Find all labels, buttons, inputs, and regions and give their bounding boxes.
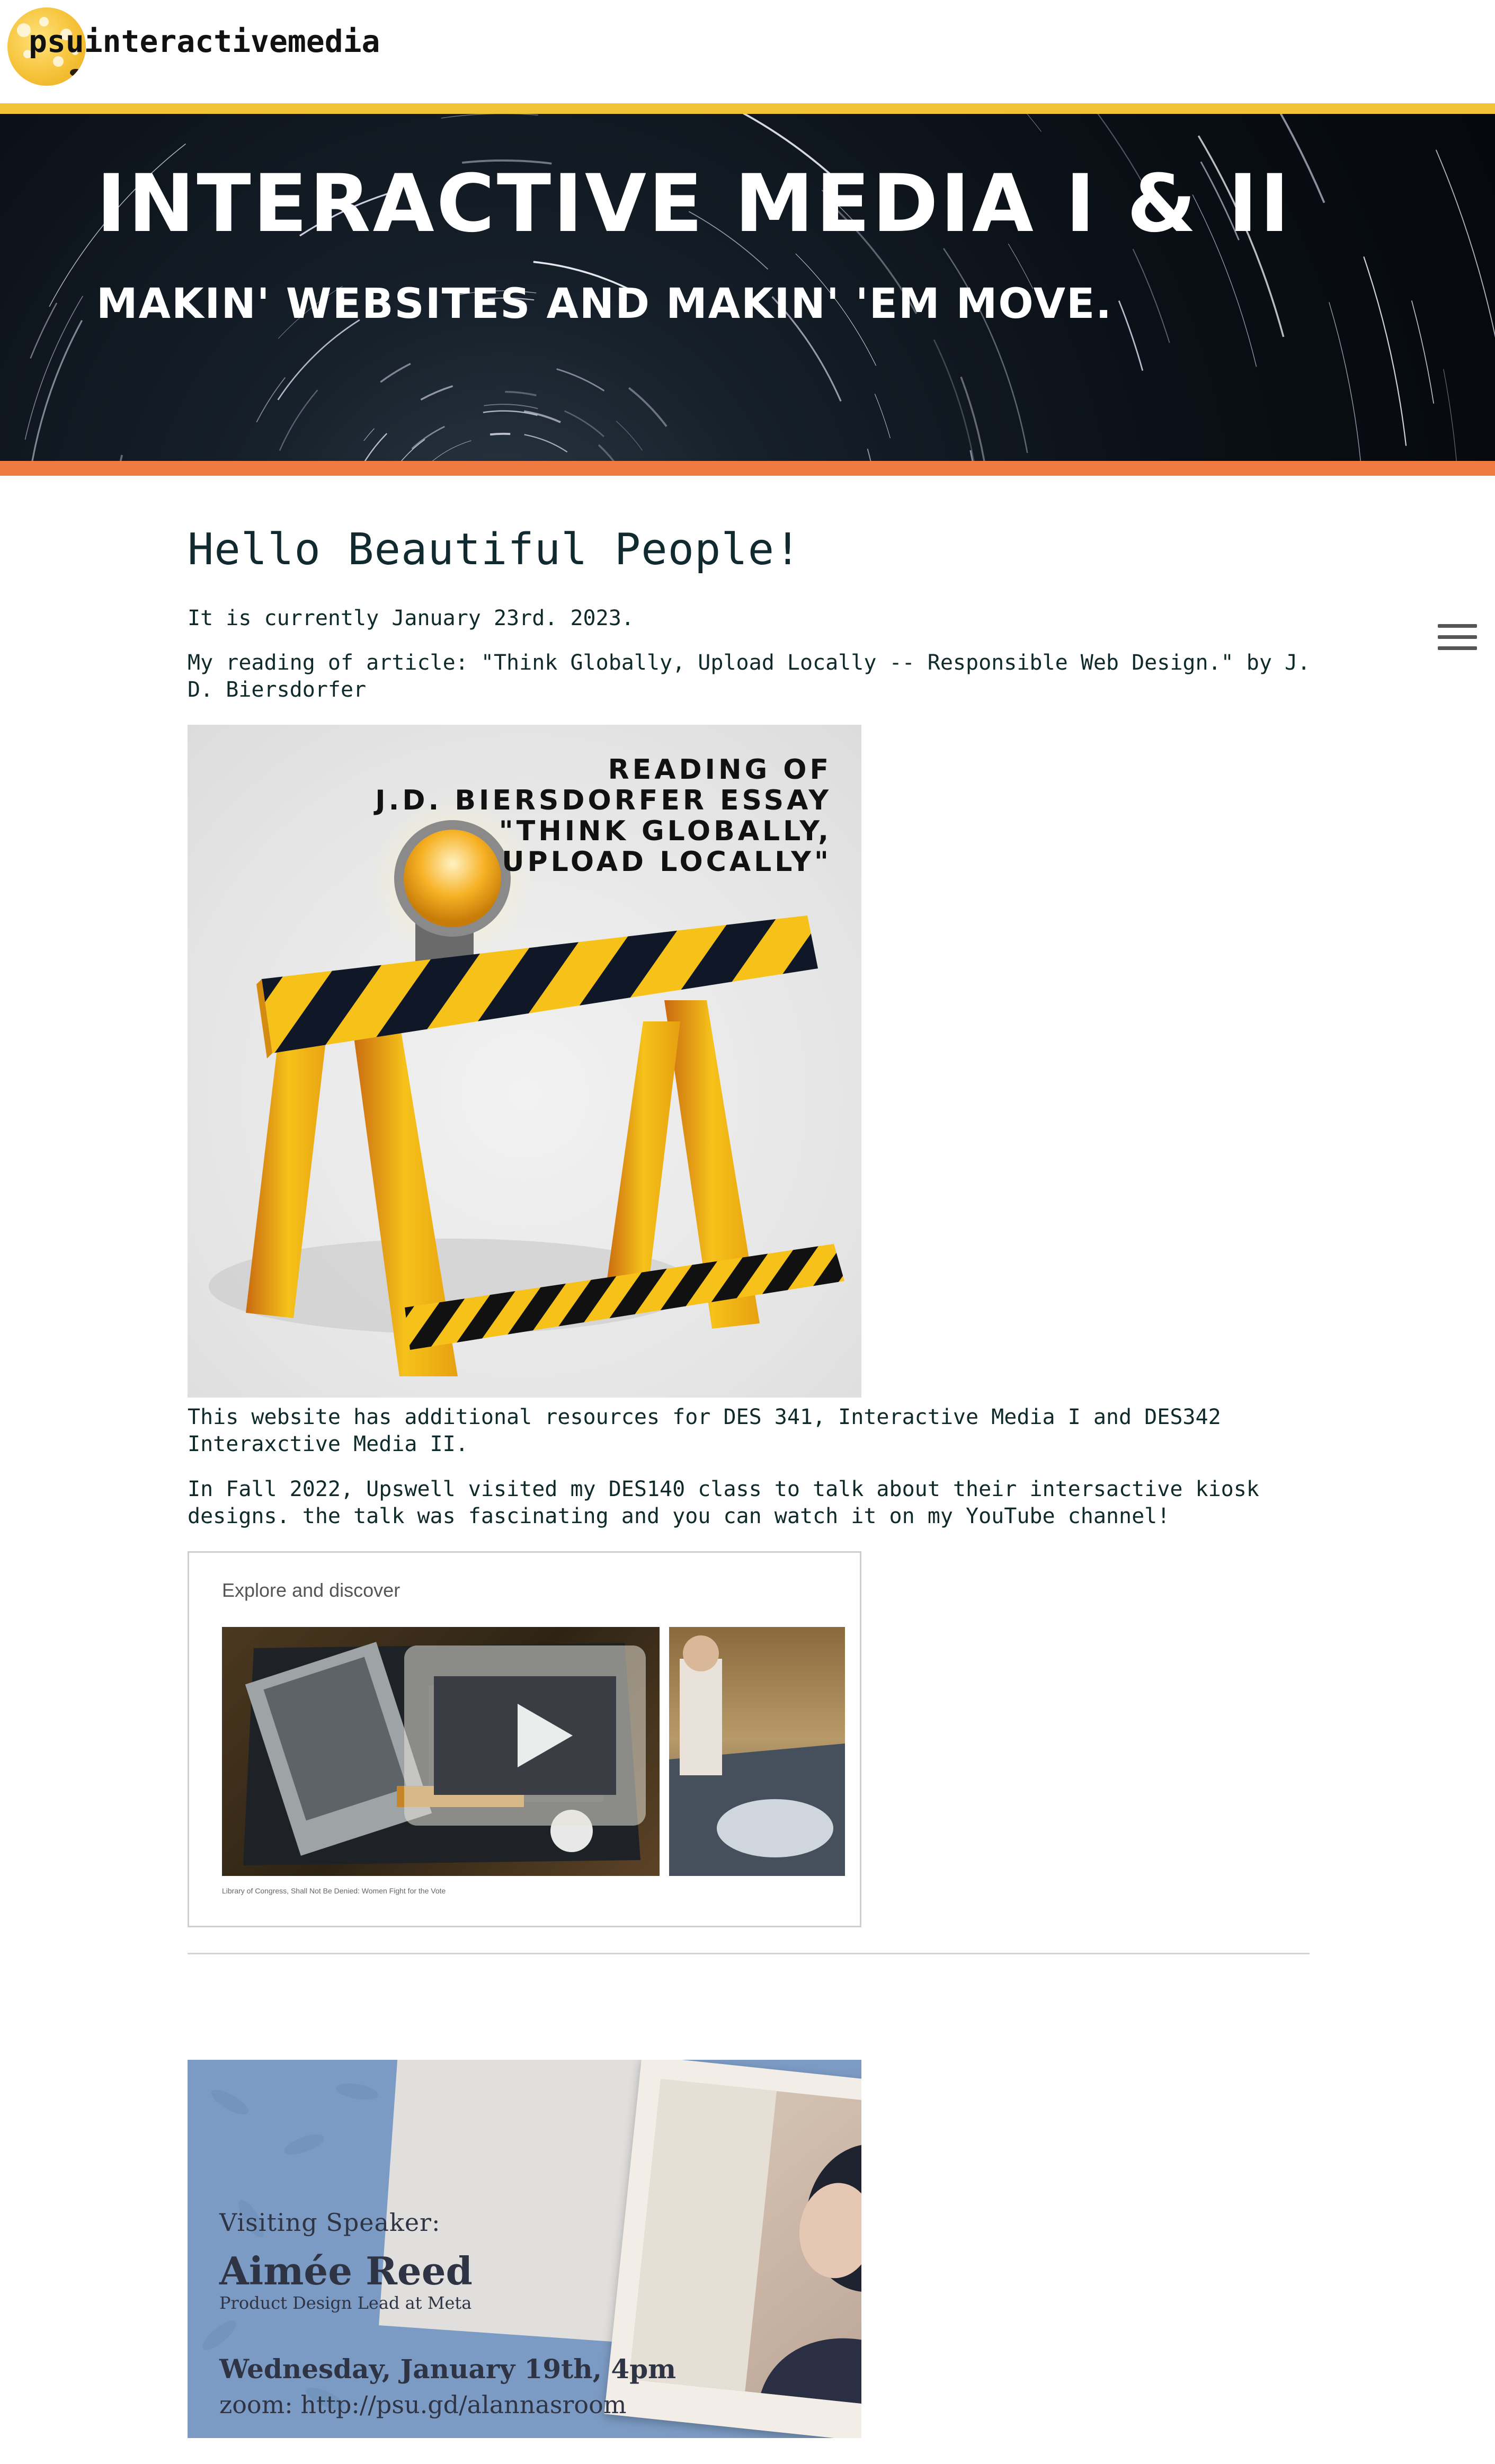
star-trail: [564, 410, 604, 438]
star-trail: [933, 339, 975, 461]
star-trail: [598, 444, 615, 461]
top-bar: psuinteractivemedia: [0, 0, 1495, 103]
speaker-label: Visiting Speaker:: [219, 2208, 441, 2237]
star-trail: [628, 387, 668, 427]
upswell-text: In Fall 2022, Upswell visited my DES140 …: [188, 1477, 1259, 1528]
star-trail: [432, 440, 471, 461]
speaker-name: Aimée Reed: [219, 2248, 473, 2293]
star-trail: [1329, 302, 1361, 461]
star-trail: [256, 377, 286, 423]
play-icon[interactable]: [518, 1704, 573, 1767]
bee-icon: [70, 69, 82, 76]
star-trail: [31, 320, 83, 461]
star-trail: [616, 421, 643, 451]
star-trail: [1411, 300, 1435, 404]
star-trail: [484, 404, 538, 410]
video-caption: Library of Congress, Shall Not Be Denied…: [222, 1887, 446, 1895]
speaker-zoom-link[interactable]: zoom: http://psu.gd/alannasroom: [219, 2390, 626, 2419]
main-content: Hello Beautiful People!: [188, 524, 1311, 575]
star-trail: [1132, 248, 1170, 343]
star-trail: [119, 455, 123, 461]
star-trail: [1435, 149, 1495, 339]
star-trail: [364, 433, 388, 461]
date-text: It is currently January 23rd. 2023.: [188, 606, 634, 630]
youtube-video-embed[interactable]: Explore and discover Library of Congress…: [188, 1551, 861, 1927]
star-trail: [556, 368, 605, 392]
header-accent-rule: [0, 103, 1495, 114]
star-trail: [24, 296, 83, 440]
star-trail: [380, 362, 411, 383]
star-trail: [874, 394, 891, 439]
site-name[interactable]: psuinteractivemedia: [29, 23, 380, 59]
star-trail: [1026, 114, 1042, 132]
star-trail: [279, 389, 318, 451]
star-trail: [1363, 256, 1407, 446]
star-trail: [505, 390, 537, 396]
reading-text: My reading of article: "Think Globally, …: [188, 651, 1311, 702]
star-trail: [960, 376, 985, 461]
speaker-role: Product Design Lead at Meta: [219, 2293, 472, 2313]
star-trail: [524, 434, 568, 453]
hamburger-menu-icon[interactable]: [1438, 624, 1477, 651]
barricade-caption: READING OF J.D. BIERSDORFER ESSAY "THINK…: [375, 754, 832, 878]
page-heading: Hello Beautiful People!: [188, 524, 802, 575]
speaker-date: Wednesday, January 19th, 4pm: [219, 2353, 677, 2385]
star-trail: [30, 303, 58, 359]
resources-text: This website has additional resources fo…: [188, 1405, 1221, 1456]
star-trail: [277, 319, 360, 401]
video-thumbnail-visitor: [669, 1627, 845, 1876]
hero-title: Interactive Media I & II: [96, 158, 1292, 250]
star-trail: [523, 410, 561, 423]
hero-banner: Interactive Media I & II Makin' websites…: [0, 114, 1495, 461]
section-divider: [188, 1953, 1310, 1954]
hero-accent-rule: [0, 461, 1495, 476]
star-trail: [1443, 369, 1457, 461]
hero-subtitle: Makin' websites and makin' 'em move.: [96, 280, 1113, 328]
barricade-image[interactable]: READING OF J.D. BIERSDORFER ESSAY "THINK…: [188, 725, 861, 1398]
star-trail: [363, 428, 375, 441]
star-trail: [441, 114, 538, 119]
video-heading: Explore and discover: [222, 1579, 401, 1601]
star-trail: [1118, 300, 1144, 371]
star-trail: [420, 385, 453, 401]
visiting-speaker-flyer[interactable]: Visiting Speaker: Aimée Reed Product Des…: [188, 2060, 861, 2438]
star-trail: [943, 248, 1028, 453]
star-trail: [867, 448, 871, 461]
